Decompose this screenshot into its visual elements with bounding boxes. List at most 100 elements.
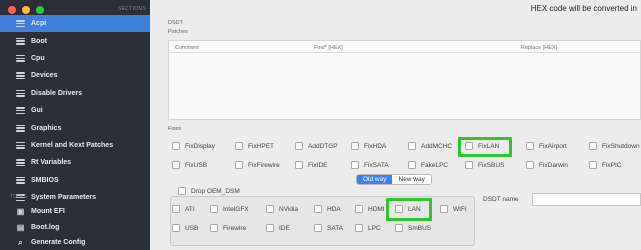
checkbox-fixusb[interactable]: FixUSB xyxy=(172,161,207,169)
sidebar-item-cpu[interactable]: Cpu xyxy=(0,50,150,67)
checkbox-box[interactable] xyxy=(351,142,359,150)
checkbox-wifi[interactable]: WIFI xyxy=(440,205,467,213)
checkbox-label: FixUSB xyxy=(185,161,208,169)
checkbox-intelgfx[interactable]: IntelGFX xyxy=(210,205,249,213)
checkbox-box[interactable] xyxy=(395,224,403,232)
checkbox-box[interactable] xyxy=(351,161,359,169)
zoom-window-button[interactable] xyxy=(36,6,44,14)
tool-item-generate-config[interactable]: ⌕ Generate Config xyxy=(0,235,150,250)
tools-header: TOOLS xyxy=(10,194,27,200)
checkbox-box[interactable] xyxy=(465,161,473,169)
patches-table[interactable]: Comment Find* [HEX] Replace [HEX] xyxy=(168,40,641,120)
sidebar: SECTIONS Acpi Boot Cpu Devices Disable Drive… xyxy=(0,0,150,250)
checkbox-box[interactable] xyxy=(526,161,534,169)
close-window-button[interactable] xyxy=(8,6,16,14)
checkbox-box[interactable] xyxy=(210,205,218,213)
checkbox-box[interactable] xyxy=(235,161,243,169)
sidebar-item-disable-drivers[interactable]: Disable Drivers xyxy=(0,85,150,102)
column-comment[interactable]: Comment xyxy=(175,45,199,51)
checkbox-label: FixHPET xyxy=(248,142,274,150)
fixlan-highlight xyxy=(458,137,512,157)
checkbox-box[interactable] xyxy=(172,205,180,213)
checkbox-label: FixShutdown xyxy=(602,142,640,150)
checkbox-usb[interactable]: USB xyxy=(172,224,198,232)
checkbox-box[interactable] xyxy=(172,224,180,232)
checkbox-fixdarwin[interactable]: FixDarwin xyxy=(526,161,568,169)
checkbox-label: NVidia xyxy=(279,205,299,213)
checkbox-label: IntelGFX xyxy=(223,205,249,213)
checkbox-ide[interactable]: IDE xyxy=(266,224,290,232)
checkbox-adddtgp[interactable]: AddDTGP xyxy=(295,142,338,150)
list-icon xyxy=(16,19,25,28)
list-icon xyxy=(16,158,25,167)
checkbox-fixairport[interactable]: FixAirport xyxy=(526,142,567,150)
checkbox-box[interactable] xyxy=(355,224,363,232)
drive-icon: ▣ xyxy=(16,207,25,217)
patches-header: Patches xyxy=(168,29,188,35)
sidebar-item-label: Graphics xyxy=(31,124,62,132)
new-way-option[interactable]: New way xyxy=(392,175,431,184)
checkbox-box[interactable] xyxy=(210,224,218,232)
checkbox-hda[interactable]: HDA xyxy=(314,205,341,213)
checkbox-box[interactable] xyxy=(314,205,322,213)
checkbox-hdmi[interactable]: HDMI xyxy=(355,205,385,213)
checkbox-ati[interactable]: ATI xyxy=(172,205,195,213)
checkbox-box[interactable] xyxy=(172,142,180,150)
checkbox-fixsbus[interactable]: FixSBUS xyxy=(465,161,504,169)
checkbox-box[interactable] xyxy=(235,142,243,150)
checkbox-fixhpet[interactable]: FixHPET xyxy=(235,142,274,150)
dsm-mode-segmented-control[interactable]: Old way New way xyxy=(356,174,432,185)
checkbox-box[interactable] xyxy=(440,205,448,213)
sidebar-item-label: System Parameters xyxy=(31,194,96,202)
checkbox-label: Drop OEM_DSM xyxy=(191,187,240,195)
tool-item-boot-log[interactable]: ▤ Boot.log xyxy=(0,220,150,236)
checkbox-box[interactable] xyxy=(266,205,274,213)
list-icon xyxy=(16,54,25,63)
column-find[interactable]: Find* [HEX] xyxy=(314,45,343,51)
checkbox-smbus[interactable]: SmBUS xyxy=(395,224,431,232)
checkbox-nvidia[interactable]: NVidia xyxy=(266,205,298,213)
checkbox-box[interactable] xyxy=(295,142,303,150)
checkbox-box[interactable] xyxy=(266,224,274,232)
sidebar-item-acpi[interactable]: Acpi xyxy=(0,15,150,33)
checkbox-label: FixPIC xyxy=(602,161,622,169)
checkbox-addmchc[interactable]: AddMCHC xyxy=(408,142,452,150)
sidebar-item-graphics[interactable]: Graphics xyxy=(0,119,150,136)
checkbox-fixhda[interactable]: FixHDA xyxy=(351,142,386,150)
checkbox-box[interactable] xyxy=(526,142,534,150)
sidebar-item-boot[interactable]: Boot xyxy=(0,32,150,49)
checkbox-box[interactable] xyxy=(172,161,180,169)
checkbox-firewire[interactable]: Firewire xyxy=(210,224,246,232)
sections-header: SECTIONS xyxy=(118,6,146,12)
column-replace[interactable]: Replace [HEX] xyxy=(521,45,557,51)
checkbox-box[interactable] xyxy=(408,161,416,169)
checkbox-lpc[interactable]: LPC xyxy=(355,224,381,232)
checkbox-box[interactable] xyxy=(408,142,416,150)
old-way-option[interactable]: Old way xyxy=(357,175,393,184)
sidebar-item-kernel-and-kext-patches[interactable]: Kernel and Kext Patches xyxy=(0,137,150,154)
drop-oem-dsm-checkbox[interactable]: Drop OEM_DSM xyxy=(178,187,240,195)
sidebar-item-devices[interactable]: Devices xyxy=(0,67,150,84)
checkbox-fixide[interactable]: FixIDE xyxy=(295,161,328,169)
checkbox-box[interactable] xyxy=(314,224,322,232)
checkbox-box[interactable] xyxy=(589,142,597,150)
sidebar-item-gui[interactable]: Gui xyxy=(0,102,150,119)
checkbox-box[interactable] xyxy=(295,161,303,169)
checkbox-fixdisplay[interactable]: FixDisplay xyxy=(172,142,215,150)
checkbox-fixfirewire[interactable]: FixFirewire xyxy=(235,161,280,169)
checkbox-fixpic[interactable]: FixPIC xyxy=(589,161,622,169)
sidebar-item-smbios[interactable]: SMBIOS xyxy=(0,172,150,189)
checkbox-fixshutdown[interactable]: FixShutdown xyxy=(589,142,640,150)
checkbox-fixsata[interactable]: FixSATA xyxy=(351,161,389,169)
checkbox-sata[interactable]: SATA xyxy=(314,224,343,232)
checkbox-box[interactable] xyxy=(178,187,186,195)
sidebar-item-rt-variables[interactable]: Rt Variables xyxy=(0,154,150,171)
dsdt-name-input[interactable] xyxy=(532,193,641,206)
tool-item-mount-efi[interactable]: ▣ Mount EFI xyxy=(0,204,150,220)
checkbox-box[interactable] xyxy=(589,161,597,169)
checkbox-label: FixSATA xyxy=(364,161,389,169)
checkbox-box[interactable] xyxy=(355,205,363,213)
sidebar-item-label: Boot xyxy=(31,37,47,45)
checkbox-fakelpc[interactable]: FakeLPC xyxy=(408,161,448,169)
minimize-window-button[interactable] xyxy=(22,6,30,14)
